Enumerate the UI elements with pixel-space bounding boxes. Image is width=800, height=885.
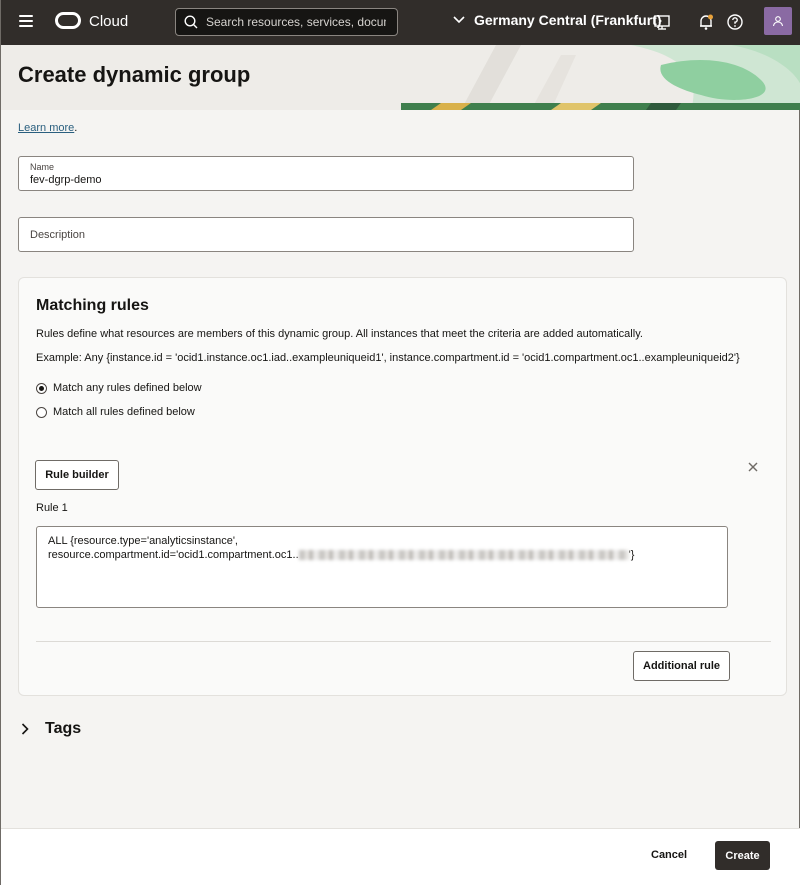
name-field[interactable]: Name (18, 156, 634, 191)
matching-rules-description: Rules define what resources are members … (36, 328, 643, 340)
radio-match-all-label: Match all rules defined below (53, 406, 195, 418)
brand-label[interactable]: Cloud (89, 13, 128, 30)
oracle-logo-icon[interactable] (55, 12, 81, 29)
matching-rules-example: Example: Any {instance.id = 'ocid1.insta… (36, 352, 740, 364)
region-selector[interactable]: Germany Central (Frankfurt) (453, 12, 661, 28)
chevron-right-icon (21, 723, 29, 735)
user-avatar[interactable] (764, 7, 792, 35)
decorative-banner-art (401, 45, 800, 110)
notifications-icon[interactable] (697, 13, 715, 31)
description-input[interactable] (30, 229, 620, 241)
rule-textarea[interactable]: ALL {resource.type='analyticsinstance', … (36, 526, 728, 608)
radio-selected-icon[interactable] (36, 382, 47, 394)
redacted-ocid (298, 550, 629, 561)
rule-label: Rule 1 (36, 502, 68, 514)
help-icon[interactable] (726, 13, 744, 31)
name-field-label: Name (30, 162, 55, 172)
learn-more-suffix: . (74, 122, 78, 134)
name-input[interactable] (30, 174, 620, 186)
learn-more-line: Learn more. (18, 122, 77, 134)
footer-bar: Cancel Create (1, 828, 800, 885)
search-input[interactable] (206, 15, 386, 29)
radio-match-any[interactable]: Match any rules defined below (36, 382, 202, 394)
search-box[interactable] (175, 8, 398, 36)
chevron-down-icon (453, 16, 465, 24)
cloud-shell-icon[interactable] (653, 13, 671, 31)
divider (36, 641, 771, 642)
rule-line-2-suffix: '} (628, 549, 635, 561)
rule-line-2: resource.compartment.id='ocid1.compartme… (48, 548, 716, 562)
radio-match-all[interactable]: Match all rules defined below (36, 406, 195, 418)
rule-line-1: ALL {resource.type='analyticsinstance', (48, 535, 238, 547)
radio-unselected-icon[interactable] (36, 406, 47, 418)
page-title: Create dynamic group (18, 62, 251, 87)
region-label: Germany Central (Frankfurt) (474, 12, 662, 28)
learn-more-link[interactable]: Learn more (18, 122, 74, 134)
top-navigation-bar: Cloud Germany Central (Frankfurt) (1, 0, 800, 45)
search-icon (184, 15, 198, 29)
rule-builder-button[interactable]: Rule builder (35, 460, 119, 490)
close-icon[interactable] (747, 461, 759, 473)
cancel-button[interactable]: Cancel (651, 849, 687, 861)
matching-rules-card: Matching rules Rules define what resourc… (18, 277, 787, 696)
additional-rule-button[interactable]: Additional rule (633, 651, 730, 681)
tags-section-toggle[interactable]: Tags (21, 720, 81, 738)
rule-line-2-prefix: resource.compartment.id='ocid1.compartme… (48, 549, 299, 561)
tags-label: Tags (45, 720, 82, 737)
matching-rules-heading: Matching rules (36, 297, 149, 314)
description-field[interactable] (18, 217, 634, 252)
menu-icon[interactable] (19, 15, 33, 27)
create-button[interactable]: Create (715, 841, 770, 870)
user-icon (772, 16, 784, 27)
radio-match-any-label: Match any rules defined below (53, 382, 202, 394)
